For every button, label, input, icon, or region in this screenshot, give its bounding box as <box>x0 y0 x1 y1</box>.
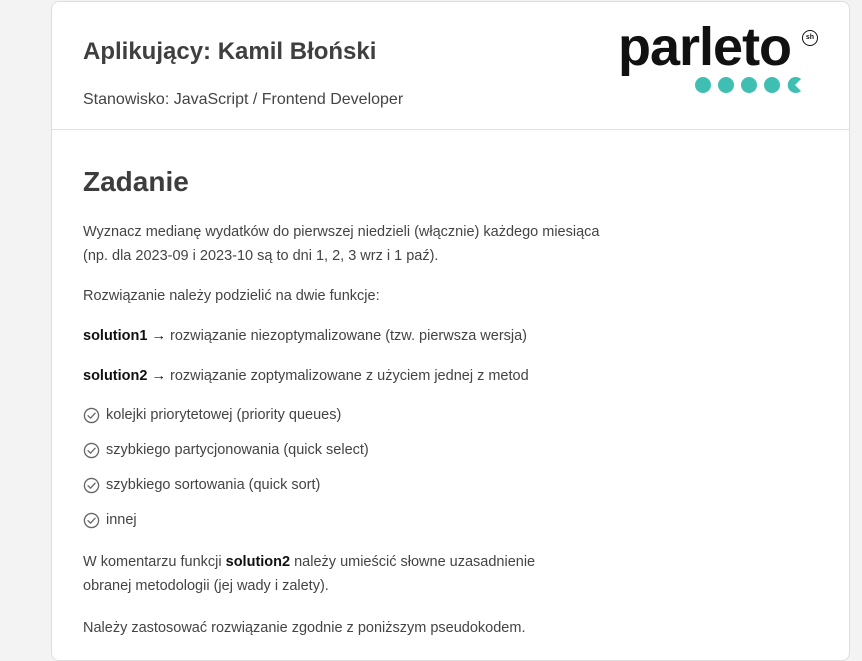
task-intro: Wyznacz medianę wydatków do pierwszej ni… <box>83 220 599 268</box>
task-intro-line1: Wyznacz medianę wydatków do pierwszej ni… <box>83 224 600 240</box>
method-item: szybkiego partycjonowania (quick select) <box>83 439 369 461</box>
check-circle-icon <box>83 512 100 528</box>
method-item: szybkiego sortowania (quick sort) <box>83 474 320 496</box>
comment-post: należy umieścić słowne uzasadnienie <box>290 554 536 570</box>
solution2-line: solution2 → rozwiązanie zoptymalizowane … <box>83 364 529 388</box>
parleto-logo: parleto sh <box>618 20 823 98</box>
logo-wordmark: parleto <box>618 17 792 77</box>
method-label: szybkiego sortowania (quick sort) <box>106 477 321 493</box>
task-title: Zadanie <box>83 166 189 197</box>
solution1-line: solution1 → rozwiązanie niezoptymalizowa… <box>83 324 527 348</box>
check-circle-icon <box>83 442 100 458</box>
comment-line1: W komentarzu funkcji solution2 należy um… <box>83 550 535 574</box>
method-label: innej <box>106 512 137 528</box>
solution1-desc: rozwiązanie niezoptymalizowane (tzw. pie… <box>165 328 528 344</box>
method-item: kolejki priorytetowej (priority queues) <box>83 404 341 426</box>
method-item: innej <box>83 509 137 531</box>
card-header: Aplikujący: Kamil Błoński Stanowisko: Ja… <box>52 2 849 130</box>
task-split: Rozwiązanie należy podzielić na dwie fun… <box>83 288 380 304</box>
application-card: Aplikujący: Kamil Błoński Stanowisko: Ja… <box>51 1 850 661</box>
comment-pre: W komentarzu funkcji <box>83 554 226 570</box>
check-circle-icon <box>83 407 100 423</box>
solution2-name: solution2 → <box>83 368 166 384</box>
check-circle-icon <box>83 477 100 493</box>
method-label: szybkiego partycjonowania (quick select) <box>106 442 369 458</box>
method-label: kolejki priorytetowej (priority queues) <box>106 407 342 423</box>
comment-bold: solution2 <box>225 554 291 570</box>
solution2-desc: rozwiązanie zoptymalizowane z użyciem je… <box>165 368 529 384</box>
position-label: Stanowisko: JavaScript / Frontend Develo… <box>83 91 404 108</box>
task-intro-line2: (np. dla 2023-09 i 2023-10 są to dni 1, … <box>83 248 439 264</box>
comment-line2: obranej metodologii (jej wady i zalety). <box>83 578 329 594</box>
pseudocode-note: Należy zastosować rozwiązanie zgodnie z … <box>83 620 526 636</box>
logo-badge: sh <box>802 30 818 46</box>
comment-instruction: W komentarzu funkcji solution2 należy um… <box>83 550 535 598</box>
logo-dots-icon <box>695 77 801 93</box>
applicant-name: Aplikujący: Kamil Błoński <box>83 38 377 65</box>
solution1-name: solution1 → <box>83 328 166 344</box>
